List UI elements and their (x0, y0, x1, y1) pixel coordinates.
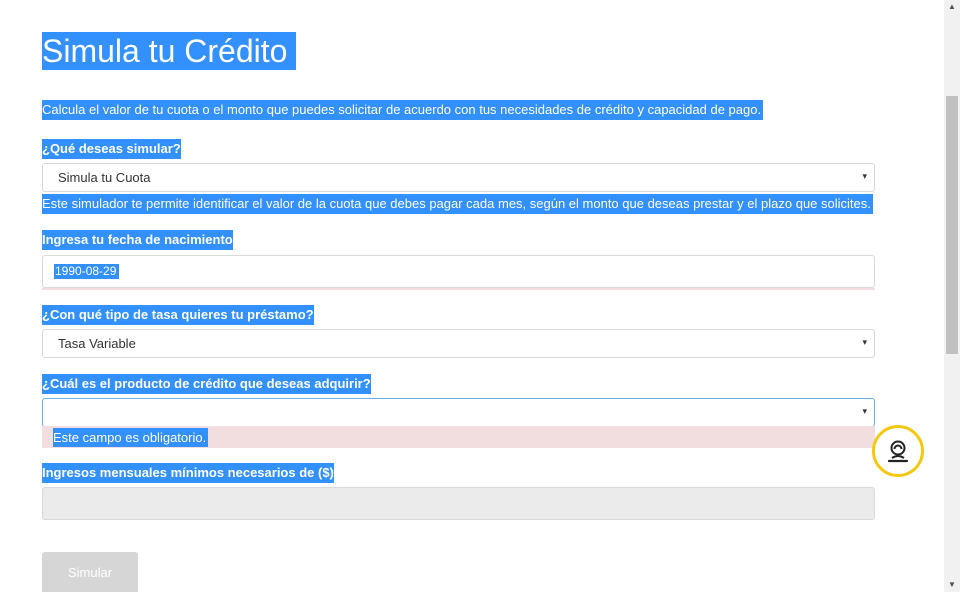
scrollbar-thumb[interactable] (946, 96, 958, 354)
simulate-select[interactable]: Simula tu Cuota ▾ (42, 163, 875, 192)
scroll-down-arrow[interactable]: ▼ (944, 578, 960, 592)
product-error-message: Este campo es obligatorio. (42, 426, 875, 448)
rate-type-label: ¿Con qué tipo de tasa quieres tu préstam… (42, 305, 314, 325)
income-label: Ingresos mensuales mínimos necesarios de… (42, 463, 334, 483)
simulate-label: ¿Qué deseas simular? (42, 139, 181, 159)
product-label: ¿Cuál es el producto de crédito que dese… (42, 374, 371, 394)
chevron-down-icon: ▾ (862, 406, 867, 416)
rate-type-select[interactable]: Tasa Variable ▾ (42, 329, 875, 358)
birth-date-label: Ingresa tu fecha de nacimiento (42, 230, 233, 250)
product-error-text: Este campo es obligatorio. (53, 428, 209, 447)
chat-support-icon (887, 440, 909, 463)
chat-support-button[interactable] (872, 425, 924, 477)
rate-type-select-value: Tasa Variable (58, 336, 136, 351)
product-select[interactable]: ▾ (42, 398, 875, 427)
simulate-select-value: Simula tu Cuota (58, 170, 151, 185)
income-input (42, 487, 875, 520)
chevron-down-icon: ▾ (862, 337, 867, 347)
page-title: Simula tu Crédito (42, 32, 297, 70)
birth-date-value: 1990-08-29 (54, 264, 120, 279)
birth-date-error-bar (42, 288, 875, 290)
chevron-down-icon: ▾ (862, 171, 867, 181)
simulate-button[interactable]: Simular (42, 552, 138, 592)
simulate-help-text: Este simulador te permite identificar el… (42, 194, 873, 214)
page-intro: Calcula el valor de tu cuota o el monto … (42, 100, 764, 120)
scroll-up-arrow[interactable]: ▲ (944, 0, 960, 14)
birth-date-input[interactable]: 1990-08-29 (42, 255, 875, 288)
